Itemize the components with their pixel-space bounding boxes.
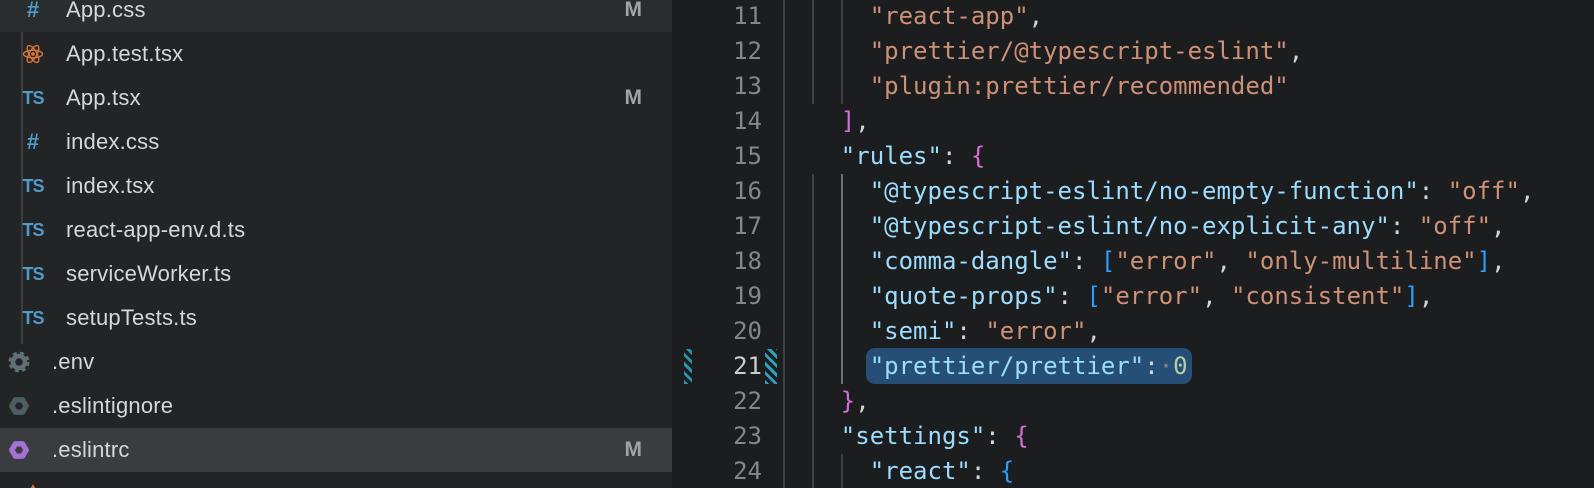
code-text[interactable]: "react": {	[783, 454, 1014, 488]
code-line[interactable]: 16 "@typescript-eslint/no-empty-function…	[672, 174, 1594, 209]
code-text[interactable]: "prettier/prettier":·0	[783, 349, 1188, 384]
code-line[interactable]: 11 "react-app",	[672, 0, 1594, 34]
file-item-item[interactable]	[0, 472, 672, 488]
file-item-serviceworker-ts[interactable]: TS serviceWorker.ts	[0, 252, 672, 296]
code-editor[interactable]: 11 "react-app",12 "prettier/@typescript-…	[672, 0, 1594, 488]
code-text[interactable]: "react-app",	[783, 0, 1043, 34]
file-item-react-app-env-d-ts[interactable]: TS react-app-env.d.ts	[0, 208, 672, 252]
flame-icon	[22, 483, 44, 488]
code-line[interactable]: 19 "quote-props": ["error", "consistent"…	[672, 279, 1594, 314]
code-text[interactable]: "plugin:prettier/recommended"	[783, 69, 1289, 104]
code-line[interactable]: 24 "react": {	[672, 454, 1594, 488]
code-text[interactable]: "semi": "error",	[783, 314, 1101, 349]
file-item-app-test-tsx[interactable]: App.test.tsx	[0, 32, 672, 76]
line-number[interactable]: 22	[672, 384, 762, 419]
modified-badge: M	[625, 0, 643, 22]
code-text[interactable]: ],	[783, 104, 870, 139]
file-name: .eslintrc	[52, 437, 130, 463]
code-text[interactable]: "quote-props": ["error", "consistent"],	[783, 279, 1433, 314]
code-line[interactable]: 17 "@typescript-eslint/no-explicit-any":…	[672, 209, 1594, 244]
line-number[interactable]: 18	[672, 244, 762, 279]
typescript-file-icon: TS	[22, 307, 44, 329]
react-file-icon	[22, 43, 44, 65]
code-line[interactable]: 21 "prettier/prettier":·0	[672, 349, 1594, 384]
line-number[interactable]: 16	[672, 174, 762, 209]
typescript-file-icon: TS	[22, 263, 44, 285]
gear-icon	[8, 351, 30, 373]
line-number[interactable]: 13	[672, 69, 762, 104]
css-file-icon: #	[22, 0, 44, 21]
file-name: index.tsx	[66, 173, 155, 199]
code-text[interactable]: "comma-dangle": ["error", "only-multilin…	[783, 244, 1506, 279]
code-editor-window: # App.css M App.test.tsx TS App.tsx M # index.cs…	[0, 0, 1594, 488]
code-line[interactable]: 23 "settings": {	[672, 419, 1594, 454]
line-number[interactable]: 24	[672, 454, 762, 488]
file-name: serviceWorker.ts	[66, 261, 231, 287]
file-name: App.tsx	[66, 85, 141, 111]
code-line[interactable]: 20 "semi": "error",	[672, 314, 1594, 349]
modified-badge: M	[625, 86, 643, 110]
gutter-modified-indicator	[765, 349, 777, 384]
code-text[interactable]: "@typescript-eslint/no-explicit-any": "o…	[783, 209, 1505, 244]
file-name: .eslintignore	[52, 393, 173, 419]
gutter-modified-indicator	[684, 349, 692, 384]
file-name: .env	[52, 349, 94, 375]
file-name: App.test.tsx	[66, 41, 183, 67]
eslint-icon	[8, 395, 30, 417]
text-selection: "prettier/prettier":·0	[870, 352, 1188, 380]
code-line[interactable]: 22 },	[672, 384, 1594, 419]
file-item-app-tsx[interactable]: TS App.tsx M	[0, 76, 672, 120]
file-item-env[interactable]: .env	[0, 340, 672, 384]
line-number[interactable]: 15	[672, 139, 762, 174]
code-line[interactable]: 14 ],	[672, 104, 1594, 139]
file-item-index-tsx[interactable]: TS index.tsx	[0, 164, 672, 208]
css-file-icon: #	[22, 131, 44, 153]
code-line[interactable]: 13 "plugin:prettier/recommended"	[672, 69, 1594, 104]
code-text[interactable]: "@typescript-eslint/no-empty-function": …	[783, 174, 1534, 209]
code-line[interactable]: 15 "rules": {	[672, 139, 1594, 174]
line-number[interactable]: 17	[672, 209, 762, 244]
file-name: setupTests.ts	[66, 305, 197, 331]
code-text[interactable]: "settings": {	[783, 419, 1029, 454]
file-name: index.css	[66, 129, 160, 155]
typescript-file-icon: TS	[22, 175, 44, 197]
file-explorer: # App.css M App.test.tsx TS App.tsx M # index.cs…	[0, 0, 672, 488]
file-item-index-css[interactable]: # index.css	[0, 120, 672, 164]
file-item-app-css[interactable]: # App.css M	[0, 0, 672, 32]
typescript-file-icon: TS	[22, 219, 44, 241]
file-name: react-app-env.d.ts	[66, 217, 245, 243]
file-item-setuptests-ts[interactable]: TS setupTests.ts	[0, 296, 672, 340]
file-name: App.css	[66, 0, 146, 23]
file-item-eslintignore[interactable]: .eslintignore	[0, 384, 672, 428]
file-item-eslintrc[interactable]: .eslintrc M	[0, 428, 672, 472]
code-line[interactable]: 12 "prettier/@typescript-eslint",	[672, 34, 1594, 69]
code-text[interactable]: "rules": {	[783, 139, 985, 174]
line-number[interactable]: 20	[672, 314, 762, 349]
modified-badge: M	[625, 438, 643, 462]
typescript-file-icon: TS	[22, 87, 44, 109]
line-number[interactable]: 11	[672, 0, 762, 34]
code-line[interactable]: 18 "comma-dangle": ["error", "only-multi…	[672, 244, 1594, 279]
code-text[interactable]: "prettier/@typescript-eslint",	[783, 34, 1303, 69]
code-text[interactable]: },	[783, 384, 870, 419]
line-number[interactable]: 19	[672, 279, 762, 314]
line-number[interactable]: 23	[672, 419, 762, 454]
eslint-icon	[8, 439, 30, 461]
line-number[interactable]: 14	[672, 104, 762, 139]
line-number[interactable]: 12	[672, 34, 762, 69]
